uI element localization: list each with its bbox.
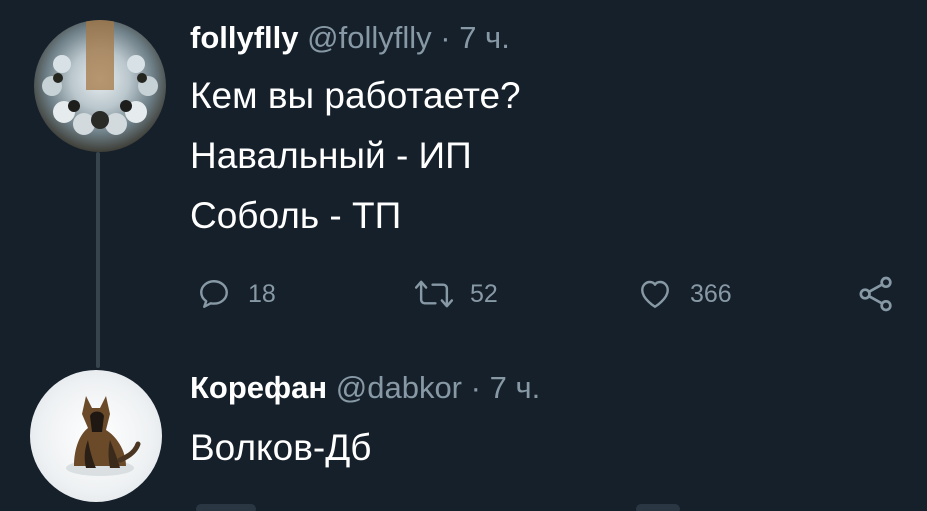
next-action-cutoff	[636, 504, 680, 511]
retweet-count: 52	[470, 279, 498, 308]
next-action-cutoff	[196, 504, 256, 511]
tweet-header: Корефан @dabkor · 7 ч.	[190, 368, 540, 408]
username[interactable]: @follyflly	[307, 20, 431, 55]
avatar-image	[66, 396, 141, 476]
avatar-image	[42, 20, 158, 135]
retweet-icon	[414, 280, 454, 308]
avatar[interactable]	[30, 370, 162, 502]
tweet-text: Волков-Дб	[190, 418, 371, 478]
separator-dot: ·	[470, 370, 481, 405]
retweet-button[interactable]: 52	[414, 272, 498, 316]
tweet-actions: 18 52 366	[0, 272, 927, 316]
timestamp[interactable]: 7 ч.	[459, 20, 510, 55]
separator-dot: ·	[440, 20, 451, 55]
heart-icon	[641, 280, 669, 308]
reply-icon	[200, 280, 228, 308]
display-name[interactable]: follyflly	[190, 20, 299, 55]
reply-count: 18	[248, 279, 276, 308]
display-name[interactable]: Корефан	[190, 370, 327, 405]
timestamp[interactable]: 7 ч.	[490, 370, 541, 405]
tweet-text-line: Соболь - ТП	[190, 195, 402, 236]
like-button[interactable]: 366	[636, 272, 732, 316]
like-count: 366	[690, 279, 732, 308]
tweet-text-line: Волков-Дб	[190, 427, 372, 468]
share-button[interactable]	[856, 272, 896, 316]
tweet-text-line: Навальный - ИП	[190, 135, 472, 176]
avatar[interactable]	[34, 20, 166, 152]
tweet-header: follyflly @follyflly · 7 ч.	[190, 18, 510, 58]
share-icon	[859, 276, 892, 312]
username[interactable]: @dabkor	[336, 370, 462, 405]
tweet-text-line: Кем вы работаете?	[190, 75, 521, 116]
tweet-text: Кем вы работаете? Навальный - ИП Соболь …	[190, 66, 521, 246]
reply-button[interactable]: 18	[196, 272, 276, 316]
